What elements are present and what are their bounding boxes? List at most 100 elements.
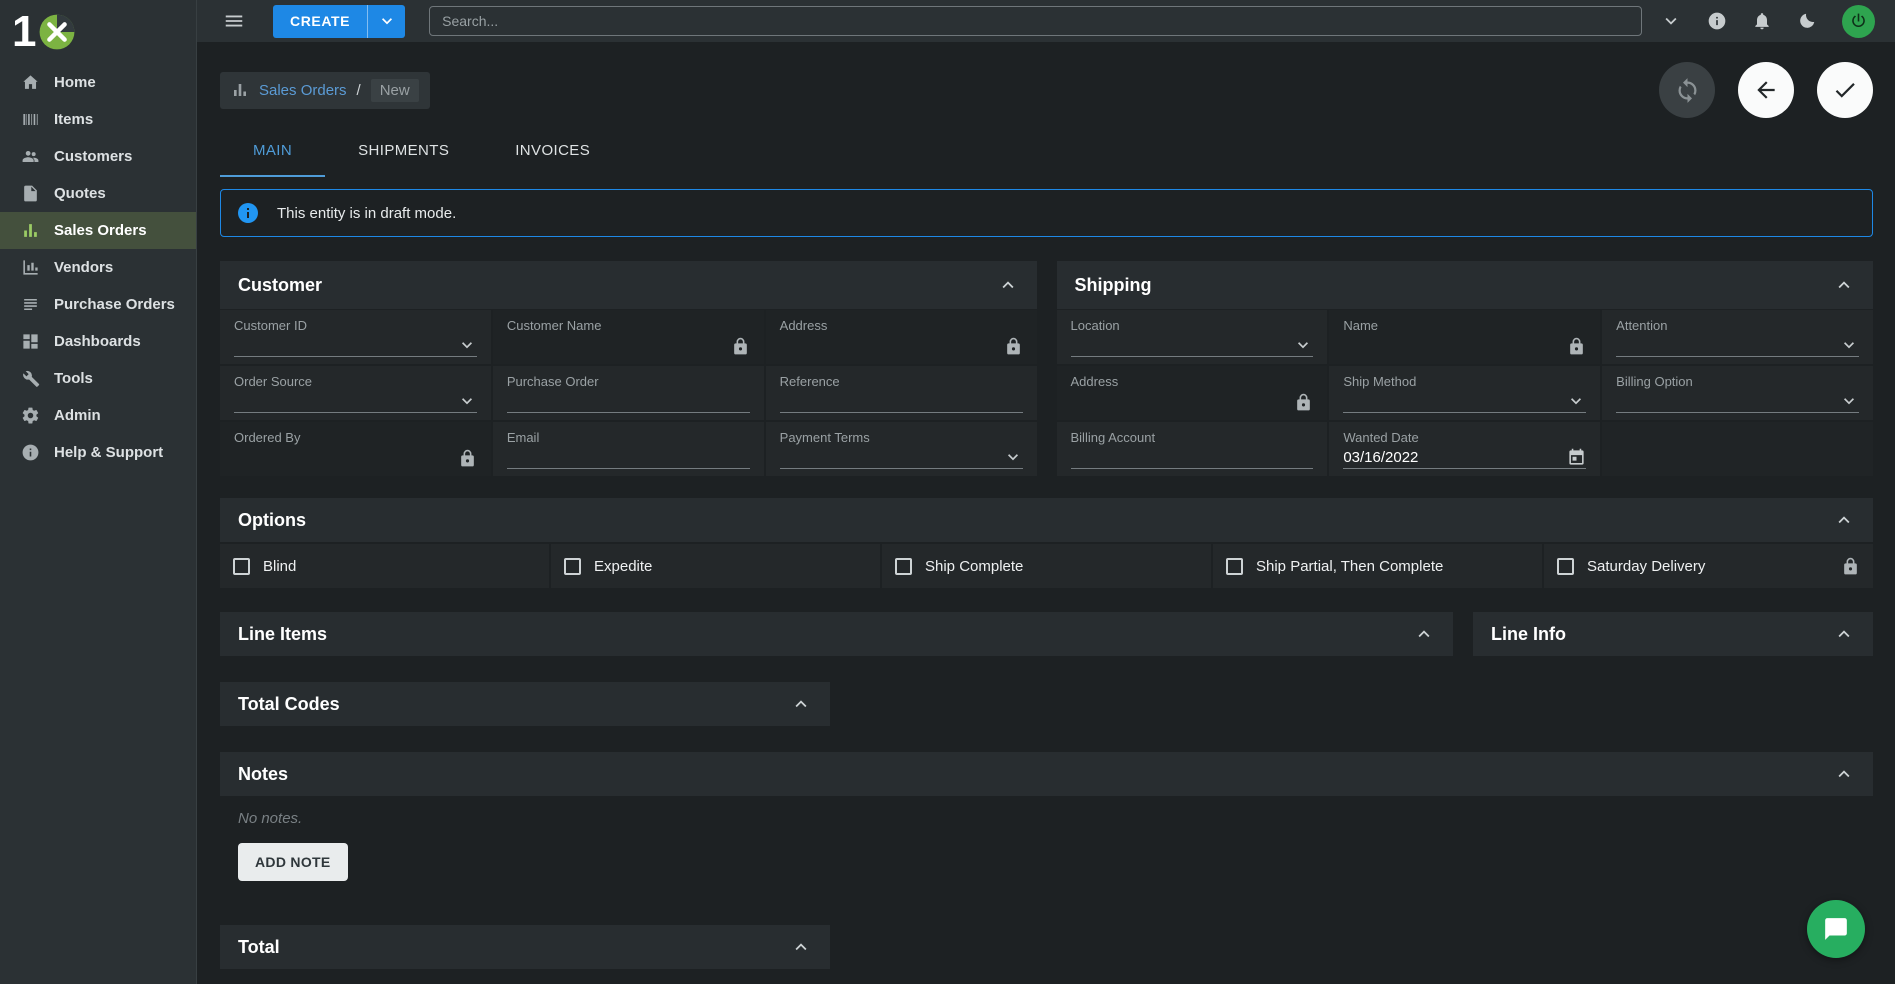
collapse-button[interactable] xyxy=(1833,763,1855,785)
chevron-up-icon xyxy=(1413,623,1435,645)
field-ship-method[interactable]: Ship Method xyxy=(1329,366,1600,420)
checkbox-expedite[interactable]: Expedite xyxy=(551,544,880,588)
collapse-button[interactable] xyxy=(1413,623,1435,645)
panel-title: Customer xyxy=(238,275,322,296)
customer-panel-header[interactable]: Customer xyxy=(220,261,1037,309)
global-search[interactable] xyxy=(429,6,1642,36)
lock-icon xyxy=(1294,393,1313,412)
arrow-back-icon xyxy=(1753,77,1779,103)
chevron-down-icon[interactable] xyxy=(1566,391,1586,411)
collapse-button[interactable] xyxy=(1833,623,1855,645)
checkbox-box[interactable] xyxy=(1557,558,1574,575)
sidebar-item-items[interactable]: Items xyxy=(0,101,196,138)
sidebar-item-help-support[interactable]: Help & Support xyxy=(0,434,196,471)
add-note-button[interactable]: ADD NOTE xyxy=(238,843,348,881)
tab-main[interactable]: MAIN xyxy=(220,126,325,177)
panel-title: Options xyxy=(238,510,306,531)
chevron-down-icon[interactable] xyxy=(1293,335,1313,355)
field-label: Billing Account xyxy=(1071,430,1314,445)
back-button[interactable] xyxy=(1738,62,1794,118)
field-location[interactable]: Location xyxy=(1057,310,1328,364)
notifications-button[interactable] xyxy=(1752,11,1772,31)
topbar-dropdown-button[interactable] xyxy=(1660,10,1682,32)
checkbox-ship-partial-then-complete[interactable]: Ship Partial, Then Complete xyxy=(1213,544,1542,588)
sidebar-item-admin[interactable]: Admin xyxy=(0,397,196,434)
chevron-down-icon[interactable] xyxy=(457,391,477,411)
field-label: Wanted Date xyxy=(1343,430,1586,445)
sidebar-item-quotes[interactable]: Quotes xyxy=(0,175,196,212)
field-payment-terms[interactable]: Payment Terms xyxy=(766,422,1037,476)
field-wanted-date[interactable]: Wanted Date 03/16/2022 xyxy=(1329,422,1600,476)
shipping-panel-header[interactable]: Shipping xyxy=(1057,261,1874,309)
moon-icon xyxy=(1797,11,1817,31)
checkbox-box[interactable] xyxy=(895,558,912,575)
checkbox-blind[interactable]: Blind xyxy=(220,544,549,588)
chevron-down-icon[interactable] xyxy=(1839,335,1859,355)
options-panel-header[interactable]: Options xyxy=(220,498,1873,542)
notes-body: No notes. ADD NOTE xyxy=(220,796,1873,881)
line-items-header[interactable]: Line Items xyxy=(220,612,1453,656)
field-label: Attention xyxy=(1616,318,1859,333)
chevron-down-icon[interactable] xyxy=(457,335,477,355)
collapse-button[interactable] xyxy=(1833,274,1855,296)
field-shipping-address: Address xyxy=(1057,366,1328,420)
field-email[interactable]: Email xyxy=(493,422,764,476)
about-button[interactable] xyxy=(1707,11,1727,31)
checkbox-box[interactable] xyxy=(233,558,250,575)
panel-title: Total xyxy=(238,937,280,958)
sidebar-item-vendors[interactable]: Vendors xyxy=(0,249,196,286)
field-name: Name xyxy=(1329,310,1600,364)
bar-chart-icon xyxy=(21,221,40,240)
chart-icon xyxy=(21,258,40,277)
tab-invoices[interactable]: INVOICES xyxy=(482,126,623,177)
lock-icon xyxy=(1841,557,1860,576)
dark-mode-toggle[interactable] xyxy=(1797,11,1817,31)
hamburger-icon xyxy=(223,10,245,32)
collapse-button[interactable] xyxy=(1833,509,1855,531)
tab-shipments[interactable]: SHIPMENTS xyxy=(325,126,482,177)
field-purchase-order[interactable]: Purchase Order xyxy=(493,366,764,420)
refresh-button[interactable] xyxy=(1659,62,1715,118)
total-codes-header[interactable]: Total Codes xyxy=(220,682,830,726)
menu-toggle-button[interactable] xyxy=(223,10,245,32)
collapse-button[interactable] xyxy=(790,693,812,715)
field-customer-id[interactable]: Customer ID xyxy=(220,310,491,364)
collapse-button[interactable] xyxy=(997,274,1019,296)
total-header[interactable]: Total xyxy=(220,925,830,969)
power-icon xyxy=(1849,12,1868,31)
checkbox-ship-complete[interactable]: Ship Complete xyxy=(882,544,1211,588)
search-input[interactable] xyxy=(442,13,1629,29)
checkbox-saturday-delivery[interactable]: Saturday Delivery xyxy=(1544,544,1873,588)
sidebar-item-tools[interactable]: Tools xyxy=(0,360,196,397)
user-avatar[interactable] xyxy=(1842,5,1875,38)
sidebar-item-customers[interactable]: Customers xyxy=(0,138,196,175)
line-info-header[interactable]: Line Info xyxy=(1473,612,1873,656)
sidebar-item-home[interactable]: Home xyxy=(0,64,196,101)
create-dropdown-button[interactable] xyxy=(368,5,405,38)
field-label: Customer Name xyxy=(507,318,750,333)
field-billing-account[interactable]: Billing Account xyxy=(1057,422,1328,476)
field-order-source[interactable]: Order Source xyxy=(220,366,491,420)
field-attention[interactable]: Attention xyxy=(1602,310,1873,364)
save-button[interactable] xyxy=(1817,62,1873,118)
live-chat-button[interactable] xyxy=(1807,900,1865,958)
lock-icon xyxy=(1567,337,1586,356)
checkbox-box[interactable] xyxy=(564,558,581,575)
sidebar-item-dashboards[interactable]: Dashboards xyxy=(0,323,196,360)
chevron-down-icon[interactable] xyxy=(1003,447,1023,467)
chevron-down-icon[interactable] xyxy=(1839,391,1859,411)
create-button[interactable]: CREATE xyxy=(273,5,368,38)
breadcrumb-current: New xyxy=(371,79,419,102)
app-logo[interactable]: 1 xyxy=(0,0,196,64)
field-billing-option[interactable]: Billing Option xyxy=(1602,366,1873,420)
sidebar-item-purchase-orders[interactable]: Purchase Orders xyxy=(0,286,196,323)
notes-panel-header[interactable]: Notes xyxy=(220,752,1873,796)
calendar-icon[interactable] xyxy=(1567,448,1586,467)
collapse-button[interactable] xyxy=(790,936,812,958)
checkbox-box[interactable] xyxy=(1226,558,1243,575)
field-reference[interactable]: Reference xyxy=(766,366,1037,420)
breadcrumb-section-link[interactable]: Sales Orders xyxy=(259,82,347,99)
line-sections: Line Items Line Info xyxy=(220,612,1873,656)
sidebar-item-label: Sales Orders xyxy=(54,222,147,239)
sidebar-item-sales-orders[interactable]: Sales Orders xyxy=(0,212,196,249)
